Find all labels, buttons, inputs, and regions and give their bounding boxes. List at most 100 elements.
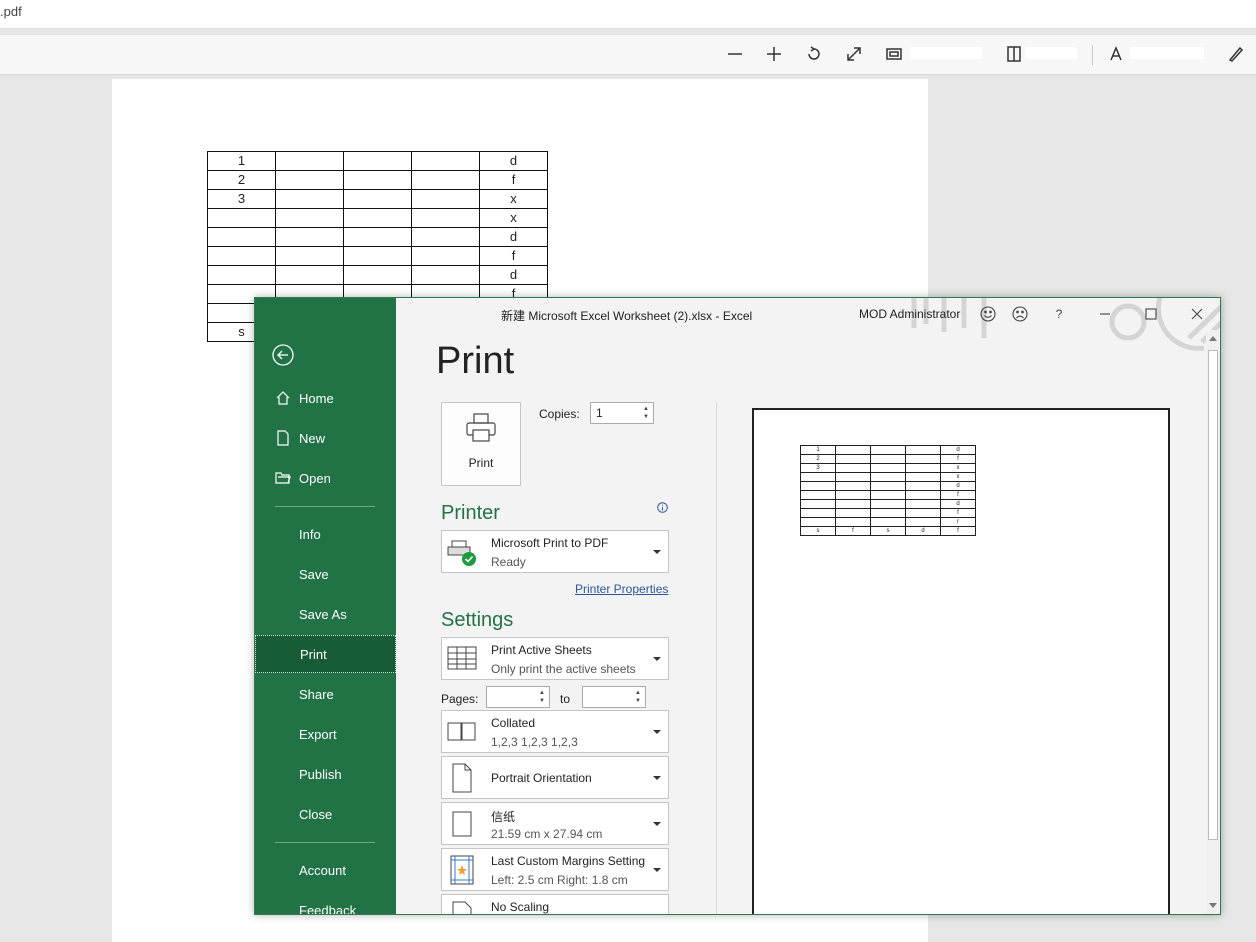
margins-select[interactable]: Last Custom Margins Setting Left: 2.5 cm…	[441, 848, 669, 891]
nav-print[interactable]: Print	[255, 635, 396, 673]
table-cell	[870, 499, 906, 509]
scroll-up-icon[interactable]	[1209, 336, 1217, 341]
table-cell	[905, 508, 941, 518]
fit-page-icon[interactable]	[843, 43, 865, 65]
table-cell	[800, 517, 836, 527]
table-cell	[835, 499, 871, 509]
pages-to-spinner[interactable]: ▲ ▼	[633, 689, 643, 705]
nav-publish[interactable]: Publish	[255, 755, 396, 793]
help-button[interactable]: ?	[1048, 304, 1070, 324]
table-row: f	[207, 246, 548, 266]
table-cell	[905, 463, 941, 473]
collate-sub: 1,2,3 1,2,3 1,2,3	[491, 735, 578, 749]
page-title: Print	[436, 340, 515, 382]
table-cell	[275, 227, 344, 247]
table-cell: x	[479, 189, 548, 209]
nav-info[interactable]: Info	[255, 515, 396, 553]
collate-select[interactable]: Collated 1,2,3 1,2,3 1,2,3	[441, 710, 669, 753]
vertical-scrollbar[interactable]	[1206, 330, 1220, 914]
page-view-icon[interactable]	[883, 43, 905, 65]
active-sheets-icon	[446, 643, 478, 675]
orientation-select[interactable]: Portrait Orientation	[441, 756, 669, 799]
pages-from-spinner[interactable]: ▲ ▼	[537, 689, 547, 705]
table-cell	[870, 481, 906, 491]
nav-feedback[interactable]: Feedback	[255, 891, 396, 915]
table-cell	[411, 227, 480, 247]
table-cell: x	[940, 463, 976, 473]
printer-ready-icon	[446, 536, 478, 568]
close-icon[interactable]	[1186, 304, 1208, 324]
table-cell	[905, 454, 941, 464]
two-page-icon[interactable]	[1003, 43, 1025, 65]
nav-save-as-label: Save As	[299, 606, 347, 622]
pages-from-input[interactable]: ▲ ▼	[486, 686, 550, 708]
chevron-down-icon	[653, 822, 661, 826]
paper-size-sub: 21.59 cm x 27.94 cm	[491, 827, 603, 841]
nav-export[interactable]: Export	[255, 715, 396, 753]
copies-input[interactable]: 1 ▲ ▼	[590, 402, 654, 424]
back-arrow-icon[interactable]	[271, 343, 295, 367]
table-cell	[800, 508, 836, 518]
print-what-select[interactable]: Print Active Sheets Only print the activ…	[441, 637, 669, 680]
table-cell: x	[479, 208, 548, 228]
table-cell	[411, 208, 480, 228]
table-cell	[343, 227, 412, 247]
table-cell	[870, 517, 906, 527]
scroll-down-icon[interactable]	[1209, 903, 1217, 908]
nav-account-label: Account	[299, 862, 346, 878]
printer-properties-link[interactable]: Printer Properties	[575, 582, 668, 596]
toolbar-divider	[1092, 45, 1093, 65]
nav-share-label: Share	[299, 686, 334, 702]
minimize-icon[interactable]	[1094, 304, 1116, 324]
paper-size-select[interactable]: 信纸 21.59 cm x 27.94 cm	[441, 802, 669, 845]
settings-heading: Settings	[441, 609, 514, 631]
user-name[interactable]: MOD Administrator	[859, 307, 960, 321]
table-cell	[870, 472, 906, 482]
nav-home[interactable]: Home	[255, 379, 396, 417]
smile-feedback-icon[interactable]	[977, 304, 999, 324]
nav-divider	[275, 506, 375, 507]
table-cell: d	[905, 526, 941, 536]
orientation-label: Portrait Orientation	[491, 771, 592, 785]
table-cell	[343, 208, 412, 228]
table-cell: f	[940, 490, 976, 500]
toolbar-label-redacted	[1130, 47, 1204, 59]
table-cell	[905, 517, 941, 527]
nav-close[interactable]: Close	[255, 795, 396, 833]
scroll-thumb[interactable]	[1208, 350, 1218, 840]
nav-new[interactable]: New	[255, 419, 396, 457]
zoom-out-icon[interactable]	[724, 43, 746, 65]
nav-feedback-label: Feedback	[299, 902, 357, 915]
window-title: 新建 Microsoft Excel Worksheet (2).xlsx - …	[501, 309, 753, 323]
pdf-title-bar: .pdf	[0, 0, 1256, 29]
nav-save-as[interactable]: Save As	[255, 595, 396, 633]
table-cell: f	[479, 246, 548, 266]
print-button[interactable]: Print	[441, 402, 521, 486]
draw-pen-icon[interactable]	[1225, 43, 1247, 65]
print-button-label: Print	[468, 456, 494, 470]
read-aloud-icon[interactable]	[1106, 43, 1128, 65]
nav-open[interactable]: Open	[255, 459, 396, 497]
zoom-in-icon[interactable]	[763, 43, 785, 65]
rotate-icon[interactable]	[803, 43, 825, 65]
paper-size-title: 信纸	[491, 810, 516, 824]
pages-to-input[interactable]: ▲ ▼	[582, 686, 646, 708]
nav-share[interactable]: Share	[255, 675, 396, 713]
table-cell	[411, 265, 480, 285]
copies-spinner[interactable]: ▲ ▼	[641, 405, 651, 421]
frown-feedback-icon[interactable]	[1009, 304, 1031, 324]
table-cell	[835, 463, 871, 473]
maximize-icon[interactable]	[1140, 304, 1162, 324]
printer-select[interactable]: Microsoft Print to PDF Ready	[441, 530, 669, 573]
nav-account[interactable]: Account	[255, 851, 396, 889]
table-cell: f	[940, 526, 976, 536]
nav-print-label: Print	[300, 646, 327, 662]
nav-save[interactable]: Save	[255, 555, 396, 593]
chevron-down-icon	[653, 730, 661, 734]
table-cell: 3	[207, 189, 276, 209]
table-row: f	[800, 490, 976, 500]
scaling-select[interactable]: No Scaling	[441, 894, 669, 914]
table-cell: s	[870, 526, 906, 536]
pdf-toolbar	[0, 34, 1256, 75]
info-icon[interactable]	[657, 502, 668, 513]
